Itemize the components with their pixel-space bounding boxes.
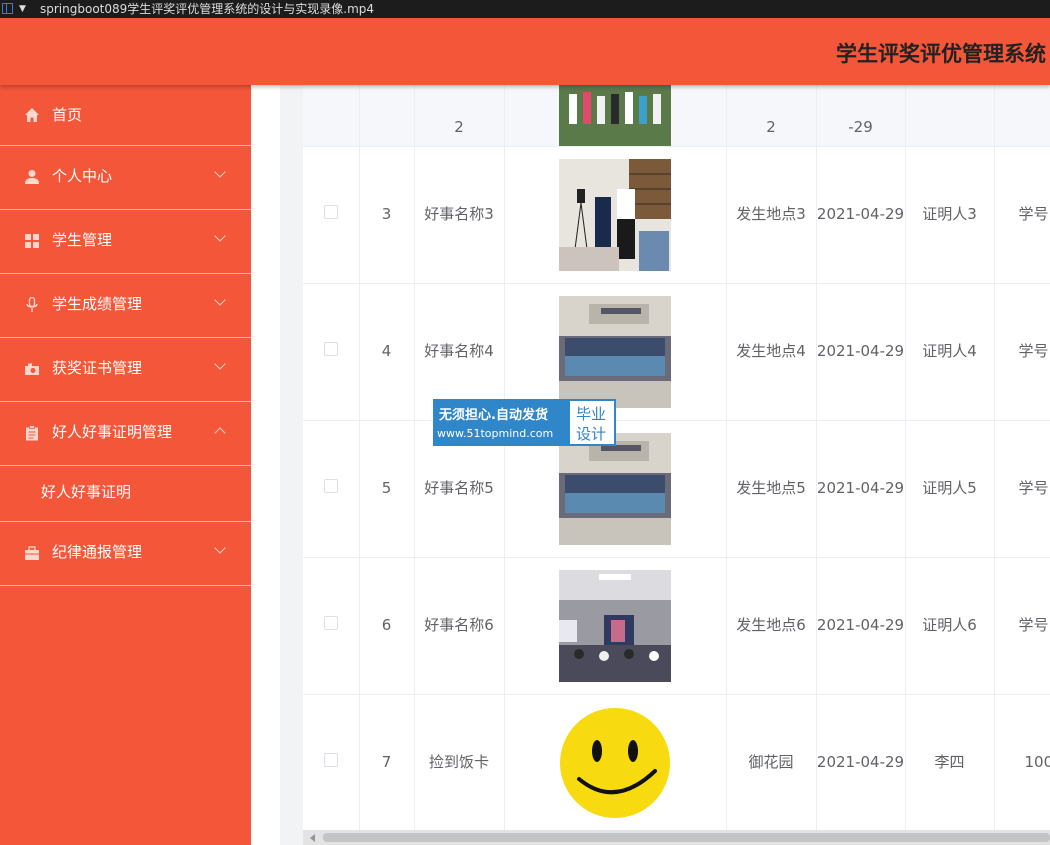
student-number: 学号 [994,420,1050,558]
row-index: 5 [359,420,415,558]
scrollbar-thumb[interactable] [323,833,1050,842]
student-number: 学号 [994,146,1050,284]
sidebar-item-grade-management[interactable]: 学生成绩管理 [0,274,251,338]
sidebar-item-label: 个人中心 [52,167,113,185]
deed-name: 好事名称6 [414,557,505,695]
sidebar-item-student-management[interactable]: 学生管理 [0,210,251,274]
chevron-up-icon [214,427,226,439]
occurrence-date: 2021-04-29 [816,557,906,695]
student-number: 学号 [994,283,1050,421]
witness: 证明人5 [905,420,995,558]
watermark-url: www.51topmind.com [437,427,554,440]
row-checkbox[interactable] [323,753,338,767]
group-photo-building [559,295,671,408]
occurrence-place: 发生地点6 [726,557,817,695]
deed-name: 捡到饭卡 [414,694,505,830]
row-checkbox-cell [303,283,360,421]
conference-hall-photo [559,569,671,682]
home-icon [25,108,39,122]
sidebar-item-label: 学生管理 [52,231,113,249]
grid-icon [25,234,39,248]
sidebar-item-discipline-management[interactable]: 纪律通报管理 [0,522,251,586]
watermark-slogan: 无须担心.自动发货 [439,408,548,423]
row-index: 4 [359,283,415,421]
occurrence-place: 发生地点4 [726,283,817,421]
sidebar-item-home[interactable]: 首页 [0,85,251,146]
table-row[interactable]: 6 好事名称6 发生地点6 2021-04-29 证明人6 学号 [303,557,1050,695]
sidebar-item-label: 好人好事证明管理 [52,423,173,441]
row-checkbox-cell [303,146,360,284]
row-checkbox[interactable] [323,205,338,219]
deed-photo-cell [504,146,727,284]
sidebar-item-personal-center[interactable]: 个人中心 [0,146,251,210]
window-icon [2,3,13,14]
app-title: 学生评奖评优管理系统 [836,42,1046,66]
table-row[interactable]: 5 好事名称5 发生地点5 2021-04-29 证明人5 学号 [303,420,1050,558]
window-titlebar: ▼ springboot089学生评奖评优管理系统的设计与实现录像.mp4 [0,0,1050,18]
content-gutter [251,85,280,845]
clipboard-icon [26,425,38,441]
chevron-down-icon [214,294,226,306]
row-checkbox-cell [303,557,360,695]
user-icon [25,170,39,184]
deed-photo-cell [504,557,727,695]
sidebar-subitem-label: 好人好事证明 [41,483,132,501]
sidebar: 首页 个人中心 学生管理 学生成绩管理 获奖证书管理 好人好事证明管理 好人好事… [0,85,251,845]
witness: 证明人4 [905,283,995,421]
table-row[interactable]: 7 捡到饭卡 御花园 2021-04-29 李四 100 [303,694,1050,830]
occurrence-date: 2021-04-29 [816,420,906,558]
witness: 证明人3 [905,146,995,284]
occurrence-place: 发生地点5 [726,420,817,558]
data-table: 2 2 -29 3 好事名称3 发生地点3 2021-04-29 证明人3 学号… [303,40,1050,830]
chevron-down-icon [214,166,226,178]
camera-icon [25,363,39,375]
deed-photo-cell [504,694,727,830]
watermark-badge-line1: 毕业 [576,405,607,423]
chevron-down-icon [214,542,226,554]
row-checkbox[interactable] [323,342,338,356]
row-index: 7 [359,694,415,830]
meeting-room-photo [559,158,671,271]
sidebar-item-label: 获奖证书管理 [52,359,143,377]
sidebar-item-good-deeds-management[interactable]: 好人好事证明管理 [0,402,251,466]
row-checkbox[interactable] [323,616,338,630]
occurrence-date: 2021-04-29 [816,146,906,284]
row-index: 6 [359,557,415,695]
sidebar-item-label: 纪律通报管理 [52,543,143,561]
top-header: 学生评奖评优管理系统 [0,18,1050,85]
occurrence-place: 发生地点3 [726,146,817,284]
student-number: 学号 [994,557,1050,695]
occurrence-place: 御花园 [726,694,817,830]
watermark-badge-line2: 设计 [576,425,607,443]
scroll-left-icon[interactable] [310,834,315,842]
group-photo-building [559,432,671,545]
table-row[interactable]: 4 好事名称4 发生地点4 2021-04-29 证明人4 学号 [303,283,1050,421]
witness: 李四 [905,694,995,830]
chevron-down-icon [214,230,226,242]
chevron-down-icon [214,358,226,370]
sidebar-item-certificate-management[interactable]: 获奖证书管理 [0,338,251,402]
sidebar-item-label: 首页 [52,106,83,124]
horizontal-scrollbar[interactable] [303,830,1050,845]
row-checkbox[interactable] [323,479,338,493]
deed-name: 好事名称3 [414,146,505,284]
student-number: 100 [994,694,1050,830]
caret-down-icon[interactable]: ▼ [19,0,26,18]
window-title: springboot089学生评奖评优管理系统的设计与实现录像.mp4 [40,2,375,16]
table-row[interactable]: 3 好事名称3 发生地点3 2021-04-29 证明人3 学号 [303,146,1050,284]
sidebar-item-label: 学生成绩管理 [52,295,143,313]
watermark-left: 无须担心.自动发货 www.51topmind.com [433,399,568,446]
row-index: 3 [359,146,415,284]
microphone-icon [26,297,38,312]
sidebar-subitem-good-deeds-proof[interactable]: 好人好事证明 [0,466,251,522]
row-checkbox-cell [303,420,360,558]
watermark-banner: 无须担心.自动发货 www.51topmind.com 毕业 设计 [433,399,616,446]
row-checkbox-cell [303,694,360,830]
briefcase-icon [25,546,39,560]
occurrence-date: 2021-04-29 [816,283,906,421]
witness: 证明人6 [905,557,995,695]
smiley-face-icon [559,706,671,819]
occurrence-date: 2021-04-29 [816,694,906,830]
watermark-badge: 毕业 设计 [568,399,616,446]
